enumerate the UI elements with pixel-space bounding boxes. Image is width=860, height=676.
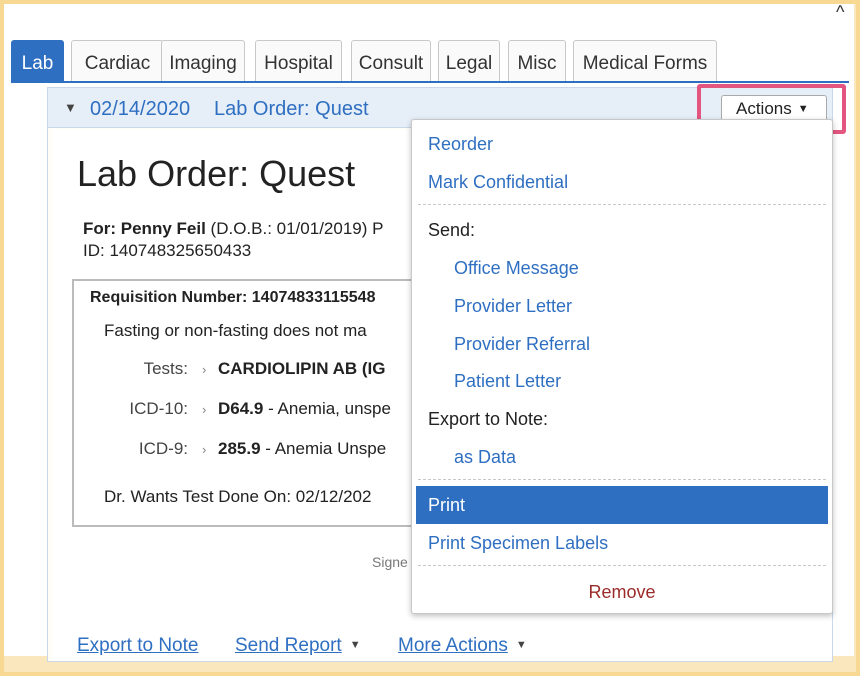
menu-item-as-data[interactable]: as Data [412, 440, 832, 474]
menu-divider [418, 479, 826, 480]
patient-dob: (D.O.B.: 01/01/2019) P [210, 219, 384, 238]
menu-item-mark-confidential[interactable]: Mark Confidential [412, 165, 832, 199]
icd10-label: ICD-10: [129, 399, 188, 418]
chevron-right-icon[interactable]: › [202, 362, 206, 377]
order-header-title[interactable]: Lab Order: Quest [214, 98, 369, 121]
tab-misc[interactable]: Misc [508, 40, 566, 82]
page-title: Lab Order: Quest [77, 153, 356, 194]
chevron-right-icon[interactable]: › [202, 402, 206, 417]
patient-line: For: Penny Feil (D.O.B.: 01/01/2019) P [83, 219, 383, 239]
test-date-note: Dr. Wants Test Done On: 02/12/202 [104, 487, 372, 506]
collapse-caret-icon[interactable]: ^ [836, 2, 844, 23]
tests-label: Tests: [143, 359, 188, 378]
chevron-down-icon: ▼ [349, 639, 361, 651]
menu-item-remove[interactable]: Remove [412, 575, 832, 609]
menu-item-reorder[interactable]: Reorder [412, 127, 832, 161]
menu-item-print-specimen-labels[interactable]: Print Specimen Labels [412, 526, 832, 560]
order-date[interactable]: 02/14/2020 [90, 98, 190, 121]
chevron-down-icon: ▼ [515, 639, 527, 651]
menu-item-patient-letter[interactable]: Patient Letter [412, 364, 832, 398]
requisition-box: Requisition Number: 14074833115548 Fasti… [72, 279, 442, 527]
more-actions-link[interactable]: More Actions ▼ [398, 635, 527, 657]
menu-item-office-message[interactable]: Office Message [412, 251, 832, 285]
menu-divider [418, 565, 826, 566]
tests-value: CARDIOLIPIN AB (IG [218, 359, 386, 378]
tab-legal[interactable]: Legal [438, 40, 500, 82]
signature-text: Signe [372, 554, 408, 570]
tab-medical-forms[interactable]: Medical Forms [573, 40, 717, 82]
tab-underline [11, 81, 849, 83]
requisition-number: Requisition Number: 14074833115548 [90, 289, 376, 306]
menu-header-export: Export to Note: [428, 409, 549, 429]
menu-item-provider-referral[interactable]: Provider Referral [412, 327, 832, 361]
tab-cardiac[interactable]: Cardiac [71, 40, 164, 82]
patient-name: For: Penny Feil [83, 219, 206, 238]
icd10-value: D64.9 - Anemia, unspe [218, 399, 391, 418]
icd9-value: 285.9 - Anemia Unspe [218, 439, 387, 458]
tab-imaging[interactable]: Imaging [161, 40, 245, 82]
send-report-link[interactable]: Send Report ▼ [235, 635, 361, 657]
chevron-right-icon[interactable]: › [202, 442, 206, 457]
collapse-triangle-icon[interactable]: ▼ [64, 100, 77, 115]
patient-id: ID: 140748325650433 [83, 241, 252, 260]
actions-menu: Reorder Mark Confidential Send: Office M… [411, 119, 833, 614]
menu-item-provider-letter[interactable]: Provider Letter [412, 289, 832, 323]
fasting-note: Fasting or non-fasting does not ma [104, 321, 367, 340]
icd9-label: ICD-9: [138, 439, 188, 458]
menu-divider [418, 204, 826, 205]
export-to-note-link[interactable]: Export to Note [77, 635, 198, 657]
tab-lab[interactable]: Lab [11, 40, 64, 82]
menu-header-send: Send: [428, 220, 476, 240]
tab-hospital[interactable]: Hospital [255, 40, 342, 82]
tab-consult[interactable]: Consult [351, 40, 431, 82]
menu-item-print[interactable]: Print [416, 486, 828, 524]
